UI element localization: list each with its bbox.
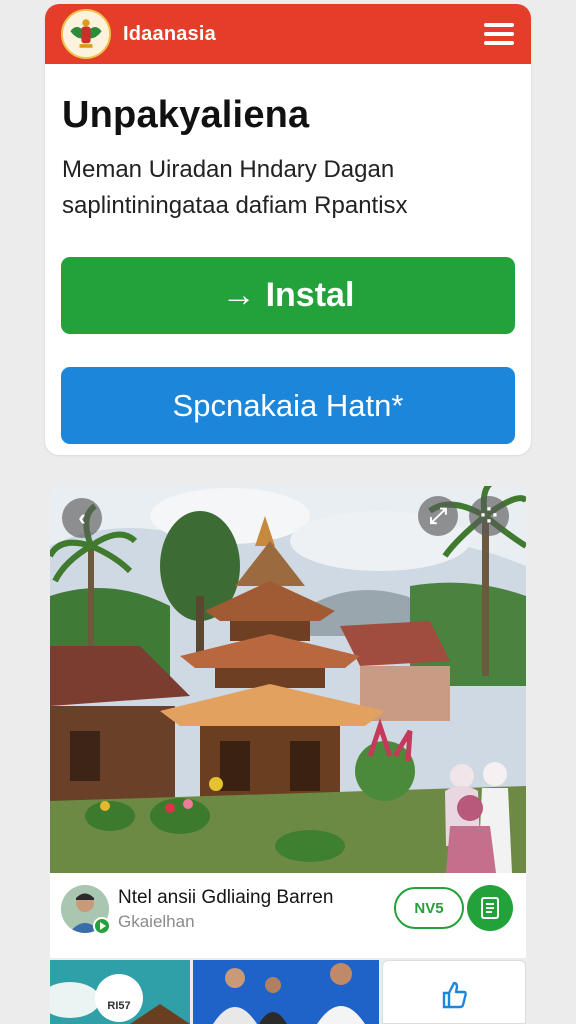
channel-name[interactable]: Gkaielhan bbox=[118, 912, 195, 932]
video-info-row: Ntel ansii Gdliaing Barren Gkaielhan NV5 bbox=[50, 873, 526, 958]
grid-icon[interactable]: ⁘ bbox=[469, 496, 509, 536]
secondary-button[interactable]: Spcnakaia Hatn* bbox=[61, 367, 515, 444]
play-badge-icon bbox=[93, 917, 111, 935]
nv5-button[interactable]: NV5 bbox=[394, 887, 464, 929]
app-name: Idaanasia bbox=[123, 22, 216, 45]
app-header: Idaanasia bbox=[45, 4, 531, 64]
thumbs-up-icon bbox=[442, 981, 467, 1009]
video-title[interactable]: Ntel ansii Gdliaing Barren bbox=[118, 887, 333, 909]
media-card: ‹ ⤢ ⁘ Ntel ansii Gdliaing Barren Gkaielh… bbox=[50, 486, 526, 958]
thumbnail-3[interactable] bbox=[382, 960, 526, 1024]
document-icon[interactable] bbox=[467, 885, 513, 931]
secondary-button-label: Spcnakaia Hatn* bbox=[172, 387, 404, 423]
thumbnail-2[interactable] bbox=[193, 960, 379, 1024]
thumbnail-1[interactable]: RI57 bbox=[50, 960, 190, 1024]
garuda-emblem-icon bbox=[61, 9, 111, 59]
page-subtitle: Meman Uiradan Hndary Dagan saplintininga… bbox=[62, 156, 408, 219]
arrow-right-icon: → bbox=[221, 276, 256, 314]
install-button-label: Instal bbox=[265, 276, 355, 314]
install-button[interactable]: → Instal bbox=[61, 257, 515, 334]
thumbnail-badge: RI57 bbox=[95, 974, 143, 1022]
install-card: Idaanasia Unpakyaliena Meman Uiradan Hnd… bbox=[45, 4, 531, 455]
share-icon[interactable]: ⤢ bbox=[418, 496, 458, 536]
back-icon[interactable]: ‹ bbox=[62, 498, 102, 538]
temple-photo[interactable]: ‹ ⤢ ⁘ bbox=[50, 486, 526, 873]
page-title: Unpakyaliena bbox=[62, 94, 310, 136]
hamburger-menu-icon[interactable] bbox=[481, 16, 517, 52]
